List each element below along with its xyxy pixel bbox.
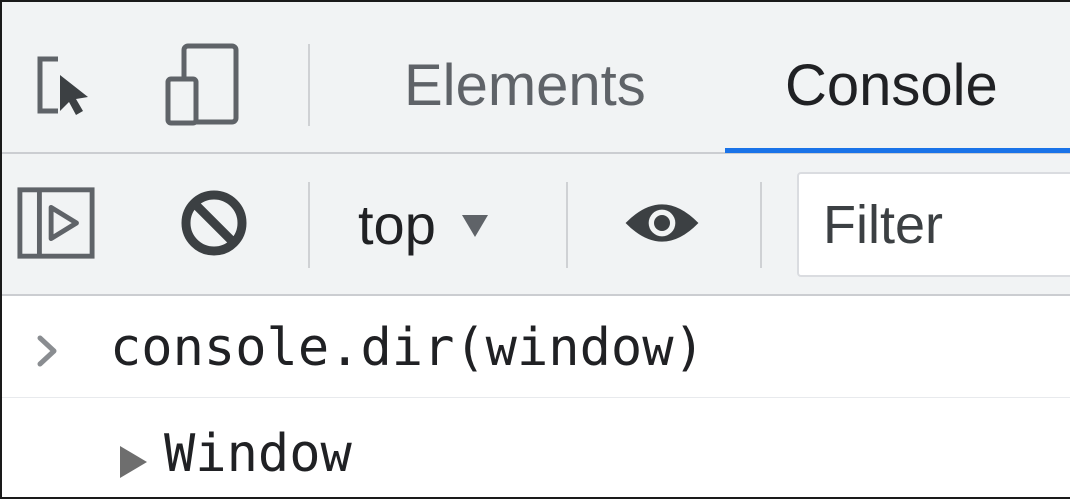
active-tab-indicator	[725, 148, 1070, 153]
devtools-window: Elements Console top Filter console.dir(…	[0, 0, 1070, 499]
console-output-row	[2, 399, 1070, 497]
tab-elements[interactable]: Elements	[404, 46, 646, 126]
devtools-tabbar: Elements Console	[2, 2, 1070, 154]
filter-input[interactable]	[797, 172, 1070, 277]
execution-context-select[interactable]: top	[358, 184, 488, 264]
expand-triangle-icon[interactable]	[120, 446, 147, 478]
toolbar-separator	[566, 182, 568, 268]
clear-console-icon[interactable]	[174, 180, 254, 266]
toolbar-separator	[760, 182, 762, 268]
console-messages: console.dir(window) Window	[2, 296, 1070, 497]
device-toolbar-icon[interactable]	[162, 42, 242, 128]
console-input-row: console.dir(window)	[2, 296, 1070, 398]
console-toolbar: top	[2, 154, 1070, 296]
tabbar-separator	[308, 44, 310, 126]
execution-context-label: top	[358, 192, 436, 256]
tab-console[interactable]: Console	[785, 46, 998, 126]
chevron-right-icon	[32, 320, 62, 380]
inspect-element-icon[interactable]	[26, 42, 106, 128]
console-output-value[interactable]: Window	[164, 422, 352, 486]
chevron-down-icon	[461, 215, 488, 237]
toolbar-separator	[308, 182, 310, 268]
live-expression-icon[interactable]	[622, 180, 702, 266]
console-command: console.dir(window)	[110, 318, 705, 378]
show-sidebar-icon[interactable]	[16, 180, 96, 266]
